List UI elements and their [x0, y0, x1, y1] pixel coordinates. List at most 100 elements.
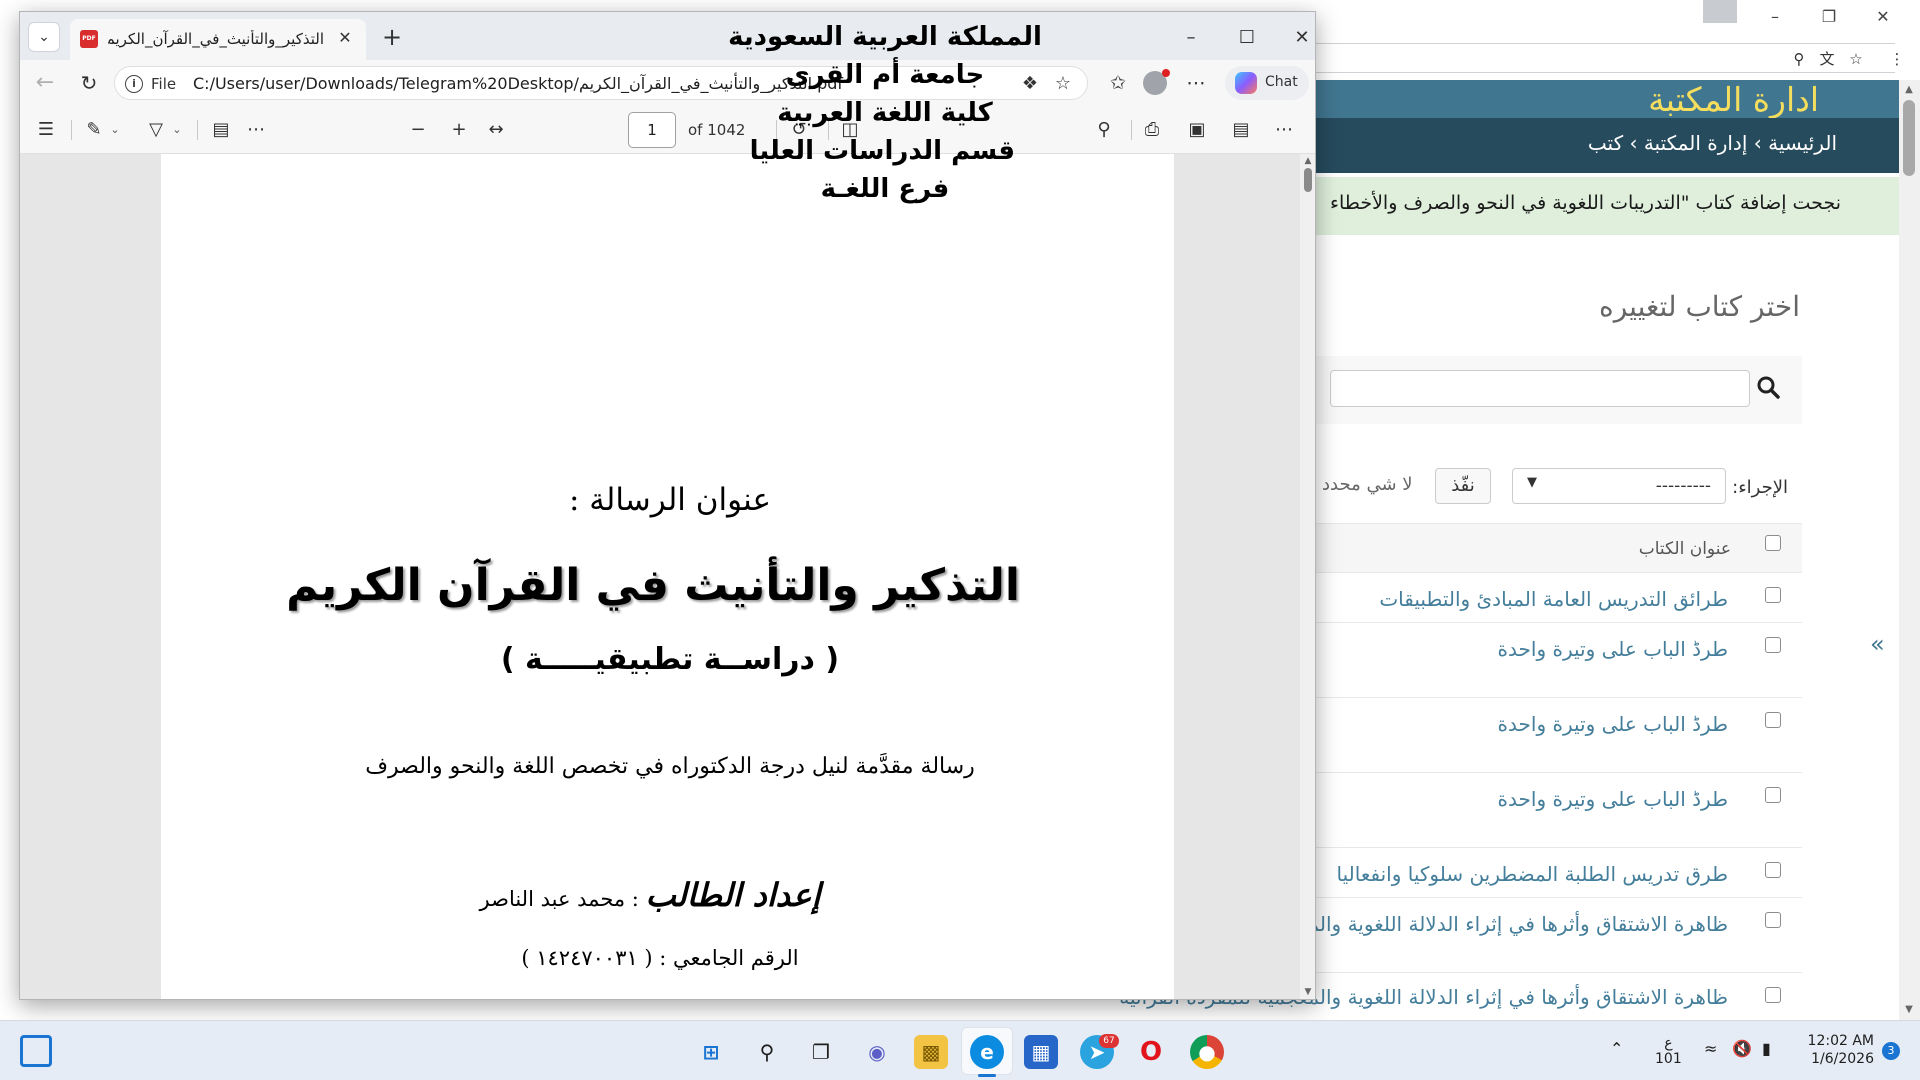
clock-time: 12:02 AM: [1807, 1033, 1874, 1049]
save-as-icon[interactable]: ▤: [1227, 116, 1255, 144]
chevron-down-icon[interactable]: ⌄: [108, 118, 122, 142]
row-checkbox[interactable]: [1765, 912, 1781, 928]
draw-icon[interactable]: ▽: [142, 116, 170, 144]
column-header-title[interactable]: عنوان الكتاب: [1639, 539, 1731, 559]
address-url[interactable]: C:/Users/user/Downloads/Telegram%20Deskt…: [193, 74, 843, 93]
background-scrollbar-thumb[interactable]: [1903, 100, 1915, 176]
more-options-icon[interactable]: ⋯: [1182, 69, 1210, 97]
book-link[interactable]: طرق تدريس الطلبة المضطرين سلوكيا وانفعال…: [1337, 862, 1729, 886]
more-tools-icon[interactable]: ⋯: [242, 116, 270, 144]
scroll-down-icon[interactable]: ▼: [1302, 987, 1314, 999]
scroll-down-icon[interactable]: ▼: [1902, 1004, 1916, 1016]
show-hidden-icons-icon[interactable]: ⌃: [1610, 1039, 1623, 1058]
pdf-scrollbar[interactable]: [1300, 154, 1315, 999]
select-all-checkbox[interactable]: [1765, 535, 1781, 551]
row-checkbox[interactable]: [1765, 637, 1781, 653]
close-icon[interactable]: ✕: [1868, 4, 1898, 29]
background-scrollbar[interactable]: [1899, 80, 1920, 1020]
clock[interactable]: 12:02 AM 1/6/2026: [1800, 1032, 1874, 1068]
search-icon[interactable]: ⚲: [1090, 116, 1118, 144]
book-link[interactable]: طرائق التدريس العامة المبادئ والتطبيقات: [1379, 587, 1728, 611]
search-icon[interactable]: [1755, 374, 1785, 404]
institution-line: فرع اللغـة: [820, 174, 950, 204]
minimize-icon[interactable]: –: [1171, 24, 1211, 52]
refresh-icon[interactable]: ↻: [74, 68, 104, 98]
close-tab-icon[interactable]: ✕: [334, 27, 356, 49]
row-divider: [1310, 622, 1802, 623]
row-checkbox[interactable]: [1765, 587, 1781, 603]
notification-badge[interactable]: 3: [1882, 1042, 1900, 1060]
restore-icon[interactable]: ❐: [1814, 4, 1844, 29]
task-view-icon[interactable]: ❐: [804, 1035, 838, 1069]
highlight-icon[interactable]: ✎: [80, 116, 108, 144]
book-link[interactable]: ظاهرة الاشتقاق وأثرها في إثراء الدلالة ا…: [1307, 912, 1728, 936]
file-explorer-icon[interactable]: ▩: [914, 1035, 948, 1069]
pdf-scrollbar-thumb[interactable]: [1304, 168, 1312, 192]
save-icon[interactable]: ▣: [1183, 116, 1211, 144]
zoom-in-icon[interactable]: +: [445, 116, 473, 144]
battery-icon[interactable]: ▮: [1762, 1039, 1771, 1058]
row-checkbox[interactable]: [1765, 987, 1781, 1003]
fit-width-icon[interactable]: ↔: [482, 116, 510, 144]
close-window-icon[interactable]: ✕: [1282, 24, 1315, 52]
store-icon[interactable]: ▦: [1024, 1035, 1058, 1069]
opera-icon[interactable]: O: [1134, 1035, 1168, 1069]
search-icon[interactable]: ⚲: [750, 1035, 784, 1069]
back-arrow-icon[interactable]: ←: [30, 68, 60, 98]
print-icon[interactable]: ⎙: [1138, 116, 1166, 144]
windows-start-icon[interactable]: ⊞: [694, 1035, 728, 1069]
action-select[interactable]: --------- ▼: [1512, 468, 1726, 504]
app-available-icon[interactable]: ❖: [1018, 72, 1042, 96]
input-language-code: ع: [1664, 1035, 1673, 1051]
tab-pdf[interactable]: PDF التذكير_والتأنيث_في_القرآن_الكريم.pd…: [70, 19, 366, 60]
zoom-out-icon[interactable]: −: [404, 116, 432, 144]
breadcrumb-links[interactable]: الرئيسية › إدارة المكتبة › كتب: [1588, 131, 1837, 155]
success-message: نجحت إضافة كتاب "التدريبات اللغوية في ال…: [1310, 177, 1899, 235]
favorites-icon[interactable]: ✩: [1104, 69, 1132, 97]
scroll-up-icon[interactable]: ▲: [1302, 156, 1314, 168]
chrome-icon[interactable]: ●: [1190, 1035, 1224, 1069]
row-checkbox[interactable]: [1765, 787, 1781, 803]
admin-header: ادارة المكتبة: [1310, 80, 1899, 120]
volume-muted-icon[interactable]: 🔇: [1732, 1039, 1752, 1058]
input-language[interactable]: ع 101: [1655, 1035, 1682, 1067]
row-checkbox[interactable]: [1765, 862, 1781, 878]
book-link[interactable]: طرڈ الباب على وتيرة واحدة: [1498, 787, 1728, 811]
collapse-sidebar-icon[interactable]: «: [1870, 630, 1885, 658]
more-menu-icon[interactable]: ⋮: [1886, 48, 1908, 70]
row-checkbox[interactable]: [1765, 712, 1781, 728]
book-link[interactable]: طرڈ الباب على وتيرة واحدة: [1498, 712, 1728, 736]
breadcrumb: الرئيسية › إدارة المكتبة › كتب: [1310, 118, 1899, 173]
bookmark-star-icon[interactable]: ☆: [1845, 48, 1867, 70]
zoom-icon[interactable]: ⚲: [1788, 48, 1810, 70]
widgets-icon[interactable]: [20, 1035, 52, 1067]
teams-chat-icon[interactable]: ◉: [860, 1035, 894, 1069]
chevron-down-icon: ▼: [1527, 475, 1537, 490]
go-button[interactable]: نفّذ: [1435, 468, 1491, 504]
profile-icon[interactable]: [1703, 0, 1737, 23]
maximize-icon[interactable]: ☐: [1227, 24, 1267, 52]
scroll-up-icon[interactable]: ▲: [1902, 84, 1916, 96]
copilot-chat-button[interactable]: Chat: [1225, 66, 1309, 100]
favorite-star-icon[interactable]: ☆: [1051, 72, 1075, 96]
new-tab-button[interactable]: +: [378, 24, 406, 52]
site-title[interactable]: ادارة المكتبة: [1648, 80, 1819, 120]
student-id: الرقم الجامعي : ( ١٤٢٤٧٠٠٣١ ): [521, 946, 799, 970]
text-icon[interactable]: ▤: [207, 116, 235, 144]
search-input[interactable]: [1330, 370, 1750, 407]
minimize-icon[interactable]: –: [1760, 4, 1790, 29]
chevron-down-icon[interactable]: ⌄: [170, 118, 184, 142]
info-icon[interactable]: i: [125, 75, 143, 93]
thesis-purpose: رسالة مقدَّمة لنيل درجة الدكتوراه في تخص…: [365, 754, 975, 779]
page-number-input[interactable]: 1: [628, 112, 676, 148]
edge-icon[interactable]: e: [970, 1035, 1004, 1069]
book-link[interactable]: طرڈ الباب على وتيرة واحدة: [1498, 637, 1728, 661]
tab-actions-button[interactable]: ⌄: [28, 22, 60, 52]
translate-icon[interactable]: 文: [1816, 48, 1838, 70]
settings-more-icon[interactable]: ⋯: [1270, 116, 1298, 144]
institution-line: قسم الدراسات العليا: [749, 136, 1015, 166]
contents-list-icon[interactable]: ☰: [32, 116, 60, 144]
address-scheme: File: [151, 75, 177, 93]
wifi-icon[interactable]: ≈: [1704, 1039, 1717, 1058]
toolbar-divider: [1131, 120, 1132, 140]
